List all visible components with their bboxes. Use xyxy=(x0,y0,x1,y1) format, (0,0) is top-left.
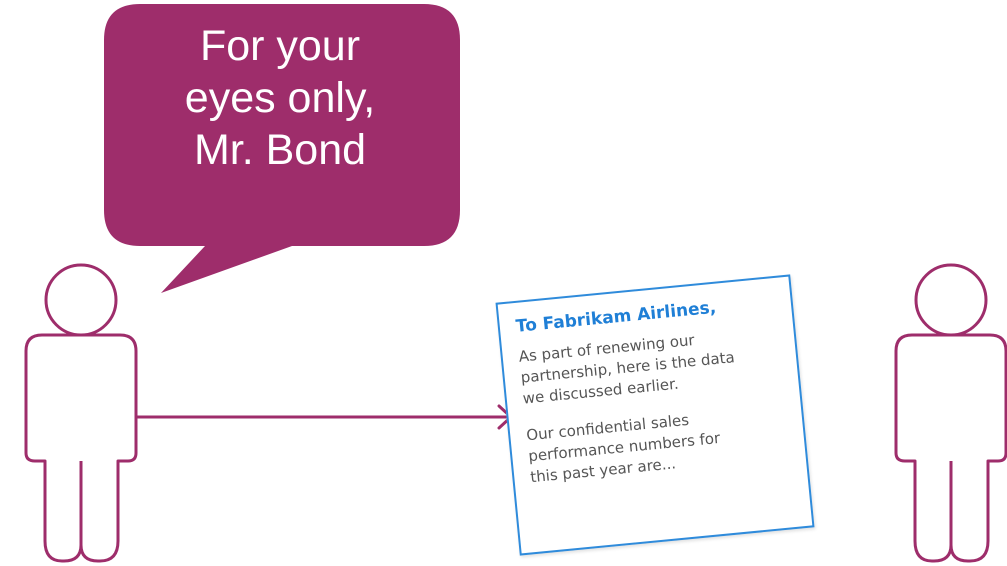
speech-line-3: Mr. Bond xyxy=(193,126,367,174)
letter-document: To Fabrikam Airlines, As part of renewin… xyxy=(495,274,815,556)
letter-paragraph-2: Our confidential sales performance numbe… xyxy=(525,400,792,488)
speech-line-1: For your xyxy=(199,22,361,70)
letter-paragraph-1: As part of renewing our partnership, her… xyxy=(518,322,785,410)
receiver-person-icon xyxy=(894,263,1007,563)
speech-bubble-text: For your eyes only, Mr. Bond xyxy=(120,20,440,176)
send-arrow xyxy=(135,404,514,430)
speech-line-2: eyes only, xyxy=(184,74,376,122)
sender-person-icon xyxy=(24,263,138,563)
diagram-canvas: For your eyes only, Mr. Bond To Fabrikam… xyxy=(0,0,1007,566)
